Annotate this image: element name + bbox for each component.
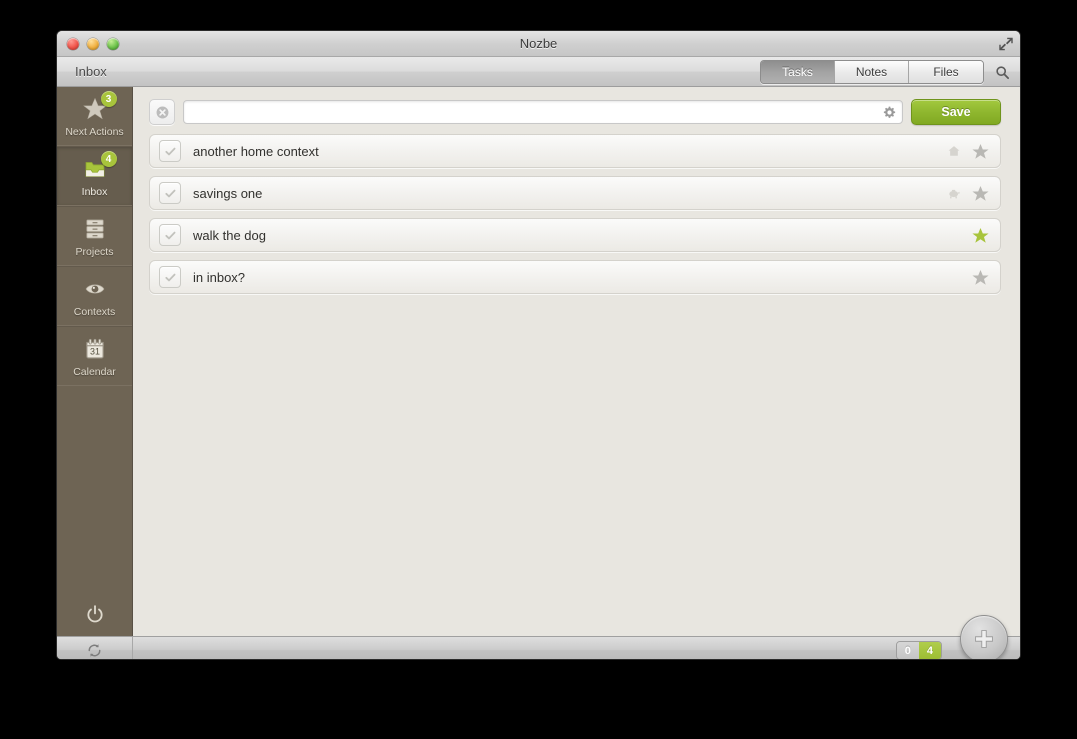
star-icon: 3 (78, 91, 117, 124)
star-icon[interactable] (970, 141, 990, 161)
view-segmented-control[interactable]: Tasks Notes Files (760, 60, 984, 84)
star-icon[interactable] (970, 225, 990, 245)
counter-total: 4 (918, 642, 941, 659)
calendar-day-number: 31 (90, 347, 100, 357)
sidebar-item-calendar[interactable]: 31 Calendar (57, 326, 132, 386)
window-body: 3 Next Actions 4 Inbox Projects Contexts… (57, 87, 1020, 636)
drawers-icon (78, 214, 112, 244)
gear-icon[interactable] (880, 103, 898, 121)
tab-notes[interactable]: Notes (835, 61, 909, 83)
sidebar-label-projects: Projects (75, 246, 114, 258)
app-toolbar: Inbox Tasks Notes Files (57, 57, 1020, 87)
power-icon[interactable] (57, 592, 132, 636)
plus-icon (975, 630, 993, 648)
search-icon[interactable] (992, 62, 1012, 82)
sidebar-item-projects[interactable]: Projects (57, 206, 132, 266)
task-title: another home context (193, 143, 319, 159)
task-title: walk the dog (193, 227, 266, 243)
window-title: Nozbe (519, 36, 558, 51)
piggy-bank-icon[interactable] (946, 185, 962, 201)
table-row[interactable]: savings one (149, 176, 1001, 210)
eye-icon (78, 274, 112, 304)
task-counter-badge: 0 4 (895, 641, 942, 659)
clear-x-icon[interactable] (149, 99, 175, 125)
toolbar-title: Inbox (75, 64, 107, 79)
tab-tasks[interactable]: Tasks (761, 61, 835, 83)
traffic-lights (67, 37, 119, 50)
table-row[interactable]: in inbox? (149, 260, 1001, 294)
task-row-icons (946, 141, 990, 161)
counter-completed: 0 (896, 642, 919, 659)
sidebar-label-contexts: Contexts (73, 306, 116, 318)
task-title: in inbox? (193, 269, 246, 285)
inbox-tray-icon: 4 (78, 151, 117, 184)
new-task-input[interactable] (192, 101, 880, 123)
sidebar: 3 Next Actions 4 Inbox Projects Contexts… (57, 87, 133, 636)
star-icon[interactable] (970, 267, 990, 287)
toolbar-right-group: Tasks Notes Files (760, 60, 1012, 84)
fullscreen-expand-icon[interactable] (998, 36, 1014, 52)
task-title: savings one (193, 185, 263, 201)
sync-refresh-icon[interactable] (57, 637, 133, 659)
zoom-window-button[interactable] (107, 37, 119, 50)
task-checkbox[interactable] (159, 140, 181, 162)
minimize-window-button[interactable] (87, 37, 99, 50)
window-titlebar[interactable]: Nozbe (57, 31, 1020, 57)
star-icon[interactable] (970, 183, 990, 203)
app-window: Nozbe Inbox Tasks Notes Files 3 Next Act… (56, 30, 1021, 660)
sidebar-item-inbox[interactable]: 4 Inbox (57, 146, 132, 206)
sidebar-label-next-actions: Next Actions (65, 126, 124, 138)
save-button[interactable]: Save (911, 99, 1001, 125)
table-row[interactable]: walk the dog (149, 218, 1001, 252)
close-window-button[interactable] (67, 37, 79, 50)
status-bar: 0 4 (57, 615, 1020, 659)
task-row-icons (946, 183, 990, 203)
sidebar-label-inbox: Inbox (81, 186, 108, 198)
task-list: another home context savings one walk th… (149, 134, 1004, 294)
tab-files[interactable]: Files (909, 61, 983, 83)
badge-next-actions: 3 (100, 91, 117, 107)
task-input-row: Save (149, 99, 1004, 125)
task-checkbox[interactable] (159, 224, 181, 246)
sidebar-label-calendar: Calendar (73, 366, 116, 378)
task-row-icons (970, 225, 990, 245)
sidebar-item-next-actions[interactable]: 3 Next Actions (57, 87, 132, 146)
home-icon[interactable] (946, 143, 962, 159)
task-row-icons (970, 267, 990, 287)
screen: Nozbe Inbox Tasks Notes Files 3 Next Act… (0, 0, 1077, 739)
calendar-icon: 31 (78, 334, 112, 364)
sidebar-item-contexts[interactable]: Contexts (57, 266, 132, 326)
badge-inbox: 4 (100, 151, 117, 167)
task-checkbox[interactable] (159, 266, 181, 288)
table-row[interactable]: another home context (149, 134, 1001, 168)
task-checkbox[interactable] (159, 182, 181, 204)
add-task-button[interactable] (960, 615, 1008, 659)
content-area: Save another home context savings one wa… (133, 87, 1020, 636)
new-task-input-wrapper[interactable] (183, 100, 903, 124)
